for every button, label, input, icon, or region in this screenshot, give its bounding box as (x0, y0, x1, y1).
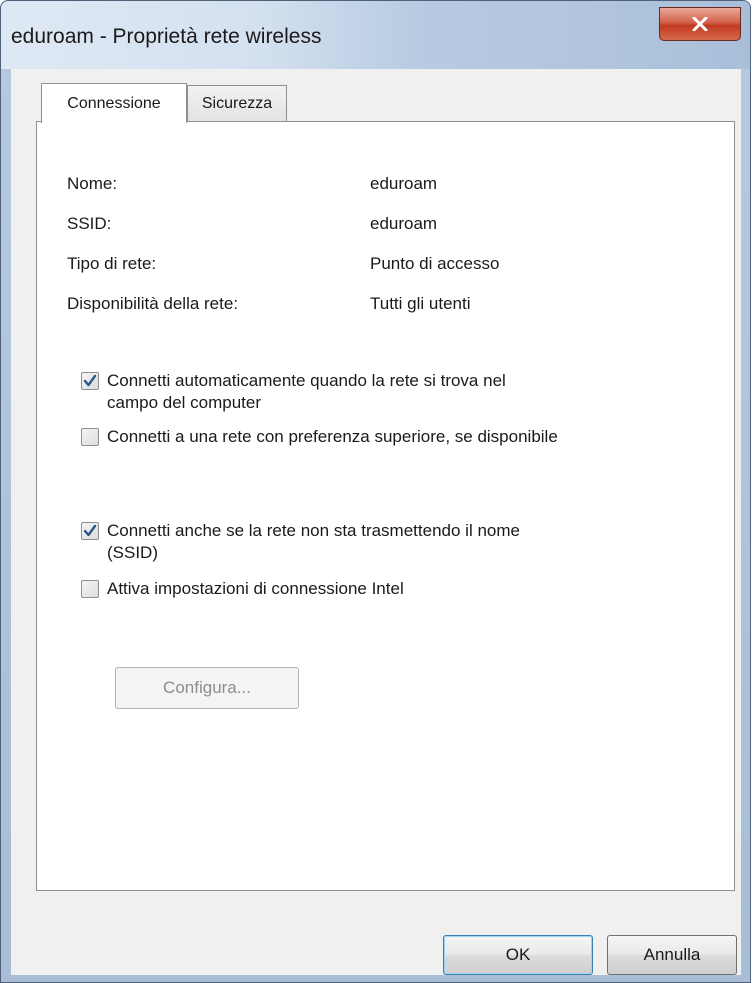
tab-connessione[interactable]: Connessione (41, 83, 187, 123)
ok-button[interactable]: OK (443, 935, 593, 975)
prefer-other-network-label[interactable]: Connetti a una rete con preferenza super… (107, 426, 558, 448)
auto-connect-label[interactable]: Connetti automaticamente quando la rete … (107, 370, 506, 414)
checkmark-icon (83, 374, 97, 387)
property-label-availability: Disponibilità della rete: (67, 294, 239, 313)
close-button[interactable] (659, 7, 741, 41)
checkbox-label-line: Connetti automaticamente quando la rete … (107, 371, 506, 390)
connect-hidden-ssid-label[interactable]: Connetti anche se la rete non sta trasme… (107, 520, 520, 564)
property-label-name: Nome: (67, 174, 118, 193)
tab-panel-connessione: Nome: eduroam SSID: eduroam Tipo di rete… (36, 121, 735, 891)
property-value-ssid: eduroam (370, 214, 438, 233)
tab-sicurezza[interactable]: Sicurezza (187, 85, 287, 121)
checkbox-label-line: (SSID) (107, 543, 158, 562)
dialog-client-area: Connessione Sicurezza Nome: eduroam SSID… (11, 69, 741, 975)
cancel-button[interactable]: Annulla (607, 935, 737, 975)
tab-label: Connessione (67, 94, 161, 112)
checkbox-label-line: Connetti a una rete con preferenza super… (107, 427, 558, 446)
intel-settings-checkbox[interactable] (81, 580, 99, 598)
property-value-network-type: Punto di accesso (370, 254, 500, 273)
property-label-network-type: Tipo di rete: (67, 254, 157, 273)
property-value-name: eduroam (370, 174, 438, 193)
checkbox-label-line: Connetti anche se la rete non sta trasme… (107, 521, 520, 540)
checkmark-icon (83, 524, 97, 537)
intel-settings-label[interactable]: Attiva impostazioni di connessione Intel (107, 578, 404, 600)
checkbox-label-line: campo del computer (107, 393, 262, 412)
checkbox-label-line: Attiva impostazioni di connessione Intel (107, 579, 404, 598)
auto-connect-checkbox[interactable] (81, 372, 99, 390)
dialog-window: eduroam - Proprietà rete wireless Connes… (0, 0, 751, 983)
title-bar[interactable]: eduroam - Proprietà rete wireless (1, 1, 750, 69)
close-icon (692, 17, 708, 31)
property-value-availability: Tutti gli utenti (370, 294, 471, 313)
tab-label: Sicurezza (201, 94, 273, 112)
connect-hidden-ssid-checkbox[interactable] (81, 522, 99, 540)
configure-button[interactable]: Configura... (115, 667, 299, 709)
window-title: eduroam - Proprietà rete wireless (11, 25, 322, 48)
property-label-ssid: SSID: (67, 214, 112, 233)
prefer-other-network-checkbox[interactable] (81, 428, 99, 446)
